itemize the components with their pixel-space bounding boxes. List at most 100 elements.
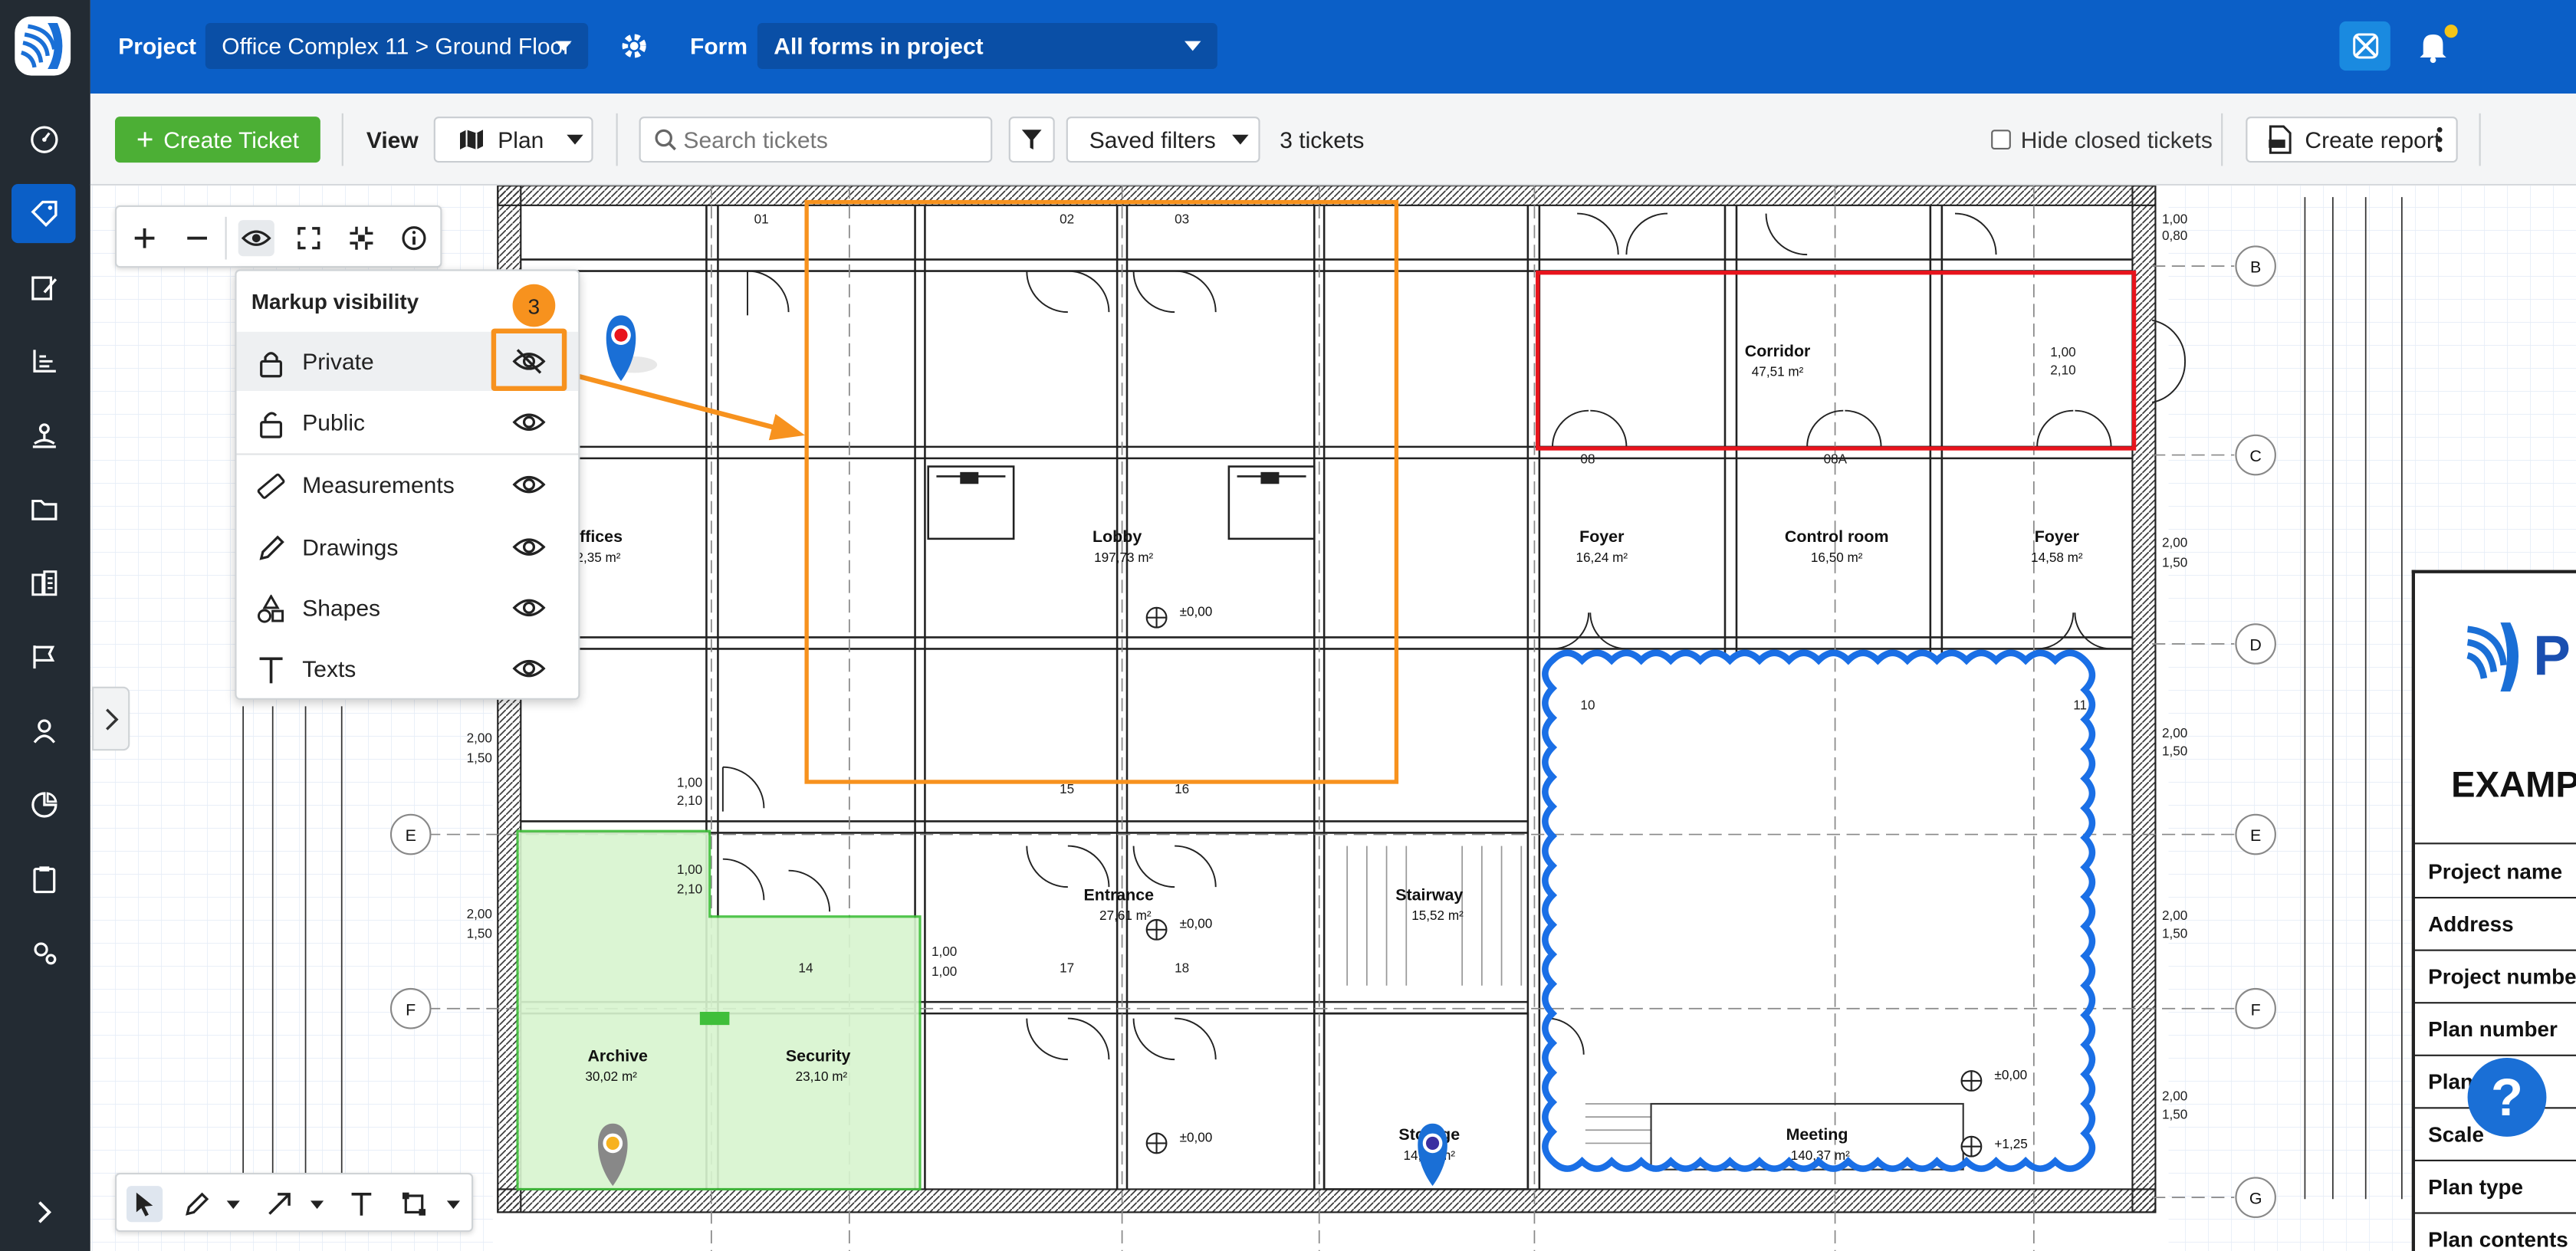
grid-label-f-left: F — [406, 1000, 416, 1019]
eye-icon[interactable] — [512, 534, 546, 560]
room-area: 14,58 m² — [2031, 550, 2083, 565]
dashboard-icon[interactable] — [12, 110, 76, 169]
markup-row-measurements[interactable]: Measurements — [237, 455, 579, 514]
reports-icon[interactable] — [12, 332, 76, 391]
zoom-out-button[interactable] — [179, 220, 215, 256]
text-tool-button[interactable] — [343, 1186, 380, 1222]
title-block-row: Plan contents — [2415, 1212, 2576, 1251]
plus-icon — [134, 228, 155, 248]
svg-text:1,00: 1,00 — [2050, 344, 2075, 360]
markup-row-texts[interactable]: Texts — [237, 639, 579, 698]
arrow-options-chevron-icon[interactable] — [310, 1200, 324, 1210]
divider — [341, 113, 343, 166]
svg-text:2,10: 2,10 — [677, 793, 702, 808]
app-logo[interactable] — [15, 16, 71, 76]
chevron-down-icon — [1232, 134, 1249, 145]
markup-visibility-button[interactable] — [238, 220, 274, 257]
search-tickets-input[interactable] — [683, 124, 980, 155]
create-ticket-button[interactable]: + Create Ticket — [115, 117, 320, 163]
markup-row-label: Measurements — [302, 471, 455, 498]
title-block-row: Project name — [2415, 842, 2576, 897]
arrow-tool-button[interactable] — [261, 1186, 297, 1222]
hide-closed-tickets-toggle[interactable]: Hide closed tickets — [1991, 126, 2213, 153]
create-ticket-label: Create Ticket — [163, 126, 299, 153]
svg-text:1,50: 1,50 — [467, 926, 492, 941]
svg-text:1,50: 1,50 — [2162, 744, 2187, 759]
svg-text:1,00: 1,00 — [932, 964, 957, 979]
folder-icon[interactable] — [12, 480, 76, 539]
title-block-heading: EXAMPLE — [2451, 763, 2576, 805]
buildings-icon[interactable] — [12, 553, 76, 612]
compare-button[interactable] — [343, 220, 380, 256]
flag-icon[interactable] — [12, 628, 76, 687]
project-select-value: Office Complex 11 > Ground Floor — [222, 32, 571, 60]
grid-label-d: D — [2249, 636, 2261, 655]
title-block-row: Address — [2415, 897, 2576, 950]
forms-icon[interactable] — [12, 258, 76, 317]
project-select[interactable]: Office Complex 11 > Ground Floor — [205, 23, 589, 69]
markup-row-label: Shapes — [302, 594, 381, 621]
search-tickets-field[interactable] — [639, 117, 993, 163]
filter-icon — [1021, 130, 1042, 149]
plan-title-block: P EXAMPLE Project name Address Project n… — [2411, 570, 2576, 1251]
shape-tool-button[interactable] — [396, 1186, 432, 1222]
eye-icon[interactable] — [512, 655, 546, 681]
site-icon[interactable] — [12, 406, 76, 465]
room-name: Foyer — [2035, 527, 2079, 546]
svg-text:11: 11 — [2073, 698, 2087, 713]
fit-to-screen-button[interactable] — [291, 220, 327, 256]
room-area: 16,24 m² — [1576, 550, 1628, 565]
svg-text:1,00: 1,00 — [932, 944, 957, 959]
grid-label-g: G — [2249, 1190, 2262, 1208]
chevron-right-icon — [105, 708, 118, 730]
info-button[interactable] — [396, 220, 432, 256]
form-select[interactable]: All forms in project — [757, 23, 1217, 69]
pen-options-chevron-icon[interactable] — [226, 1200, 240, 1210]
room-area: 23,10 m² — [796, 1069, 848, 1084]
svg-text:08A: 08A — [1824, 451, 1848, 466]
extension-button[interactable] — [2339, 21, 2390, 71]
grid-label-e: E — [2250, 826, 2261, 845]
shape-options-chevron-icon[interactable] — [446, 1200, 460, 1210]
filter-button[interactable] — [1008, 117, 1055, 163]
pen-tool-button[interactable] — [179, 1186, 215, 1222]
select-tool-button[interactable] — [127, 1186, 163, 1223]
saved-filters-select[interactable]: Saved filters — [1066, 117, 1260, 163]
hide-closed-checkbox[interactable] — [1991, 130, 2011, 149]
markup-row-public[interactable]: Public — [237, 392, 579, 451]
svg-text:1,00: 1,00 — [2162, 211, 2187, 226]
text-icon — [259, 657, 283, 684]
markup-row-label: Drawings — [302, 534, 399, 560]
room-name: Security — [786, 1046, 851, 1065]
project-label: Project — [118, 32, 197, 60]
expand-sidebar-button[interactable] — [92, 686, 130, 751]
eye-icon[interactable] — [512, 595, 546, 621]
clipboard-icon[interactable] — [12, 849, 76, 908]
svg-text:2,10: 2,10 — [677, 882, 702, 897]
zoom-in-button[interactable] — [127, 220, 163, 256]
room-name: Foyer — [1579, 527, 1624, 546]
markup-row-shapes[interactable]: Shapes — [237, 578, 579, 637]
title-block-row: Plan number — [2415, 1002, 2576, 1055]
divider — [225, 216, 227, 260]
more-options-icon[interactable] — [2426, 123, 2453, 156]
form-label: Form — [690, 32, 748, 60]
view-select[interactable]: Plan — [433, 117, 593, 163]
tickets-icon[interactable] — [12, 184, 76, 244]
markup-row-drawings[interactable]: Drawings — [237, 517, 579, 576]
expand-nav-chevron-icon[interactable] — [12, 1183, 76, 1242]
title-block-row: Project number — [2415, 949, 2576, 1003]
gear-icon[interactable] — [618, 30, 651, 63]
eye-icon[interactable] — [512, 409, 546, 435]
eye-icon[interactable] — [512, 471, 546, 497]
step-badge: 3 — [512, 284, 556, 327]
user-icon[interactable] — [12, 701, 76, 760]
svg-text:10: 10 — [1580, 698, 1595, 713]
room-name: Meeting — [1786, 1125, 1848, 1144]
help-button[interactable]: ? — [2467, 1058, 2547, 1137]
create-report-label: Create report — [2305, 126, 2441, 153]
top-bar: Project Office Complex 11 > Ground Floor… — [90, 0, 2576, 94]
analytics-icon[interactable] — [12, 775, 76, 834]
info-icon — [402, 226, 426, 251]
settings-gears-icon[interactable] — [12, 923, 76, 982]
